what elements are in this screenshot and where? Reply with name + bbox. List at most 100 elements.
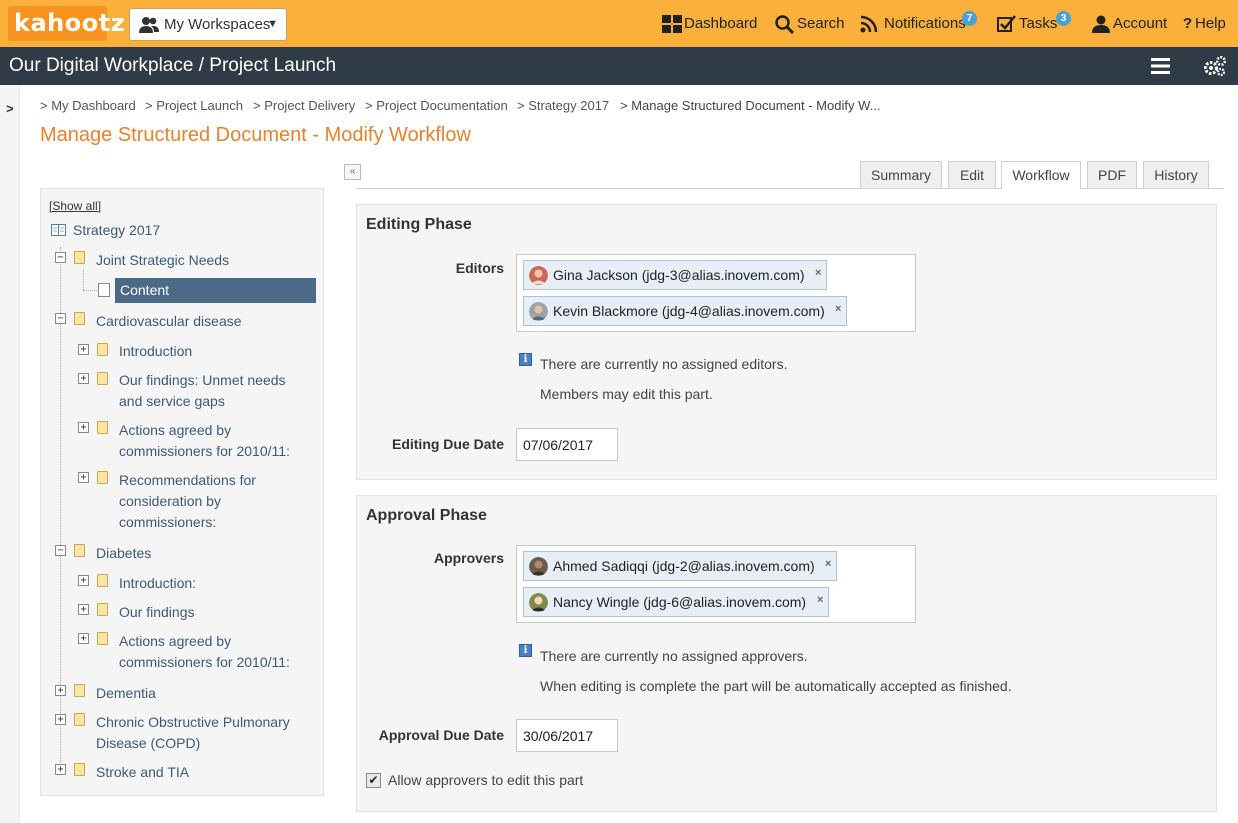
folder-icon <box>97 574 108 587</box>
folder-icon <box>74 684 85 697</box>
tree-node-copd[interactable]: Chronic Obstructive Pulmonary Disease (C… <box>96 712 290 754</box>
tab-bar-line <box>356 188 1224 189</box>
approver-chip[interactable]: Nancy Wingle (jdg-6@alias.inovem.com) × <box>523 587 829 617</box>
breadcrumb-project-documentation[interactable]: > Project Documentation <box>365 98 508 113</box>
folder-icon <box>97 343 108 356</box>
workspace-title[interactable]: Our Digital Workplace / Project Launch <box>9 55 336 77</box>
expand-rail-button[interactable]: > <box>6 101 14 116</box>
collapse-toggle[interactable]: − <box>55 545 66 556</box>
editors-field[interactable]: Gina Jackson (jdg-3@alias.inovem.com) × … <box>516 254 916 332</box>
tree-node-stroke-and-tia[interactable]: Stroke and TIA <box>96 762 189 783</box>
notifications-count-badge: 7 <box>962 11 977 26</box>
tab-pdf[interactable]: PDF <box>1087 161 1137 188</box>
tab-workflow[interactable]: Workflow <box>1001 161 1081 189</box>
editors-info-subtext: Members may edit this part. <box>540 386 713 402</box>
editor-name: Kevin Blackmore (jdg-4@alias.inovem.com) <box>553 303 825 319</box>
tree-node-line: Recommendations for <box>119 472 256 488</box>
remove-approver-icon[interactable]: × <box>825 550 831 578</box>
expand-toggle[interactable]: + <box>55 764 66 775</box>
remove-approver-icon[interactable]: × <box>817 586 823 614</box>
show-all-link[interactable]: [Show all] <box>49 199 101 213</box>
tab-history[interactable]: History <box>1143 161 1209 188</box>
my-workspaces-button[interactable]: My Workspaces ▼ <box>129 8 287 41</box>
tree-node-cardiovascular-disease[interactable]: Cardiovascular disease <box>96 311 242 332</box>
editor-chip[interactable]: Kevin Blackmore (jdg-4@alias.inovem.com)… <box>523 296 847 326</box>
info-icon: i <box>519 644 532 657</box>
question-icon: ? <box>1183 15 1193 32</box>
hamburger-menu-icon[interactable] <box>1150 56 1172 76</box>
expand-toggle[interactable]: + <box>78 344 89 355</box>
top-bar: kahootz My Workspaces ▼ Dashboard Search… <box>0 0 1238 47</box>
tree-node-our-findings-unmet-needs[interactable]: Our findings: Unmet needs and service ga… <box>119 370 286 412</box>
tree-node-content-selected[interactable]: Content <box>115 278 316 303</box>
editors-label: Editors <box>455 260 504 276</box>
tree-node-recommendations[interactable]: Recommendations for consideration by com… <box>119 470 256 533</box>
remove-editor-icon[interactable]: × <box>815 259 821 287</box>
editing-phase-panel: Editing Phase Editors Gina Jackson (jdg-… <box>356 204 1217 480</box>
tree-node-diabetes-findings[interactable]: Our findings <box>119 602 194 623</box>
expand-toggle[interactable]: + <box>55 685 66 696</box>
nav-search-label: Search <box>797 15 845 32</box>
expand-toggle[interactable]: + <box>78 472 89 483</box>
editor-name: Gina Jackson (jdg-3@alias.inovem.com) <box>553 267 805 283</box>
chevron-down-icon: ▼ <box>267 18 278 30</box>
folder-icon <box>97 471 108 484</box>
nav-notifications[interactable]: Notifications 7 <box>860 11 980 35</box>
approvers-info-text: There are currently no assigned approver… <box>540 648 808 664</box>
tree-node-dementia[interactable]: Dementia <box>96 683 156 704</box>
nav-search[interactable]: Search <box>775 13 845 35</box>
nav-dashboard[interactable]: Dashboard <box>662 13 757 35</box>
tree-node-actions-agreed[interactable]: Actions agreed by commissioners for 2010… <box>119 420 290 462</box>
info-icon: i <box>519 353 532 366</box>
expand-toggle[interactable]: + <box>78 633 89 644</box>
tab-edit[interactable]: Edit <box>948 161 996 188</box>
cogs-icon[interactable] <box>1203 55 1227 77</box>
collapse-toggle[interactable]: − <box>55 313 66 324</box>
approval-phase-title: Approval Phase <box>366 507 487 524</box>
approvers-field[interactable]: Ahmed Sadiqqi (jdg-2@alias.inovem.com) ×… <box>516 545 916 623</box>
tree-node-diabetes-introduction[interactable]: Introduction: <box>119 573 196 594</box>
expand-toggle[interactable]: + <box>78 575 89 586</box>
editing-due-date-input[interactable] <box>516 428 618 461</box>
allow-approvers-edit-label[interactable]: Allow approvers to edit this part <box>388 772 583 788</box>
tree-node-line: commissioners: <box>119 514 217 530</box>
folder-icon <box>74 713 85 726</box>
nav-account-label: Account <box>1113 15 1168 32</box>
expand-toggle[interactable]: + <box>78 422 89 433</box>
document-tree: [Show all] Strategy 2017 − Joint Strateg… <box>40 188 324 796</box>
tasks-check-icon <box>997 15 1016 32</box>
collapse-tree-button[interactable]: « <box>344 164 361 180</box>
approver-chip[interactable]: Ahmed Sadiqqi (jdg-2@alias.inovem.com) × <box>523 551 837 581</box>
tasks-count-badge: 3 <box>1056 11 1071 26</box>
expand-toggle[interactable]: + <box>55 714 66 725</box>
folder-icon <box>97 632 108 645</box>
nav-tasks[interactable]: Tasks 3 <box>997 11 1072 35</box>
nav-account[interactable]: Account <box>1092 13 1167 35</box>
approval-due-date-input[interactable] <box>516 719 618 752</box>
nav-help[interactable]: ? Help <box>1183 13 1231 35</box>
tree-node-strategy-2017[interactable]: Strategy 2017 <box>73 220 160 241</box>
tree-node-introduction[interactable]: Introduction <box>119 341 192 362</box>
expand-toggle[interactable]: + <box>78 373 89 384</box>
avatar <box>529 302 548 321</box>
avatar <box>529 557 548 576</box>
allow-approvers-edit-checkbox[interactable]: ✔ <box>366 773 381 788</box>
remove-editor-icon[interactable]: × <box>835 295 841 323</box>
breadcrumb-project-delivery[interactable]: > Project Delivery <box>253 98 355 113</box>
breadcrumb-my-dashboard[interactable]: > My Dashboard <box>40 98 136 113</box>
breadcrumb-project-launch[interactable]: > Project Launch <box>145 98 243 113</box>
tree-node-joint-strategic-needs[interactable]: Joint Strategic Needs <box>96 250 229 271</box>
breadcrumb-strategy-2017[interactable]: > Strategy 2017 <box>517 98 609 113</box>
collapse-toggle[interactable]: − <box>55 252 66 263</box>
folder-icon <box>74 251 85 264</box>
tree-node-diabetes-actions[interactable]: Actions agreed by commissioners for 2010… <box>119 631 290 673</box>
folder-icon <box>97 603 108 616</box>
editor-chip[interactable]: Gina Jackson (jdg-3@alias.inovem.com) × <box>523 260 827 290</box>
tree-node-diabetes[interactable]: Diabetes <box>96 543 151 564</box>
tab-summary[interactable]: Summary <box>860 161 942 188</box>
dashboard-icon <box>662 15 682 33</box>
approvers-label: Approvers <box>433 550 504 566</box>
avatar <box>529 266 548 285</box>
kahootz-logo[interactable]: kahootz <box>8 6 125 41</box>
expand-toggle[interactable]: + <box>78 604 89 615</box>
